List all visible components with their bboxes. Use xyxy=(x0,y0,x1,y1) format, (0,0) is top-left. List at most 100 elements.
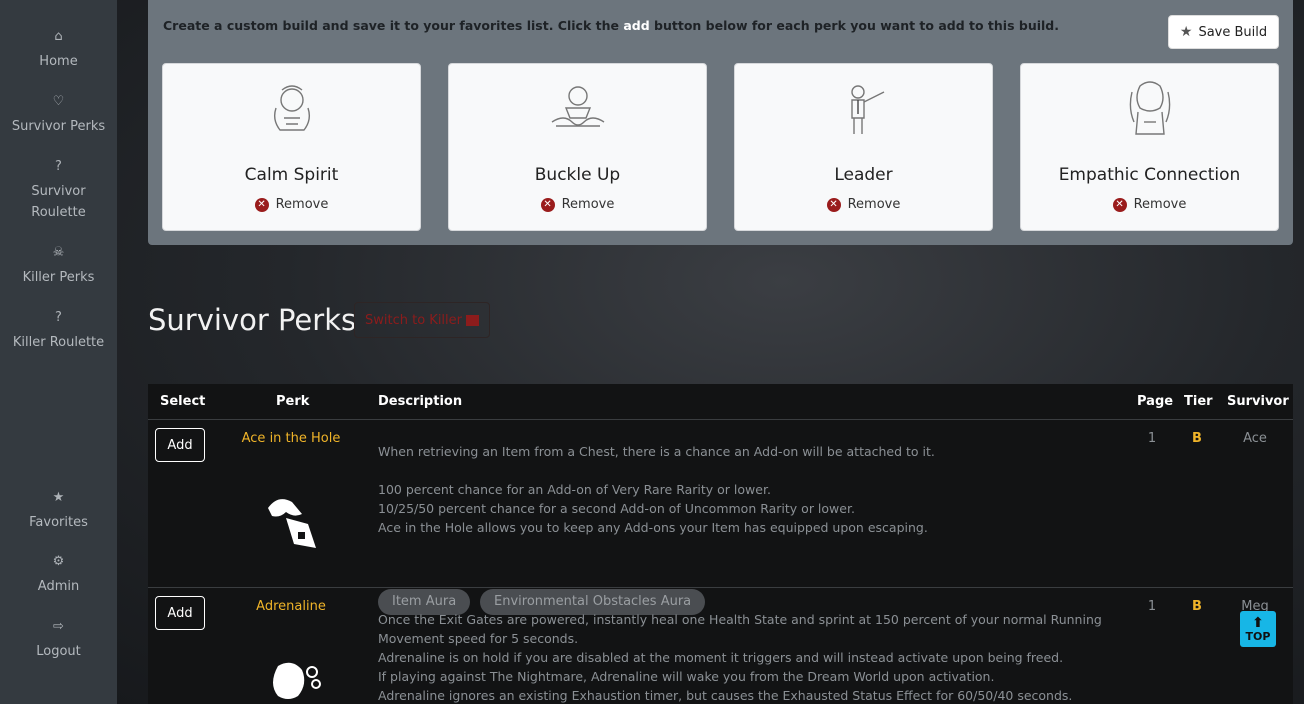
sidebar-item-killer-roulette[interactable]: ? Killer Roulette xyxy=(0,308,117,353)
build-card: Empathic Connection ✕ Remove xyxy=(1020,63,1279,231)
page-title: Survivor Perks xyxy=(148,303,357,337)
remove-perk-button[interactable]: ✕ Remove xyxy=(163,197,420,212)
heart-pulse-icon: ♡ xyxy=(52,94,65,109)
table-row: Add Ace in the Hole When retrieving an I… xyxy=(148,420,1293,615)
description-line: When retrieving an Item from a Chest, th… xyxy=(378,444,935,459)
sidebar-item-survivor-perks[interactable]: ♡ Survivor Perks xyxy=(0,92,117,137)
scroll-top-button[interactable]: ⬆ TOP xyxy=(1240,611,1276,647)
build-card: Buckle Up ✕ Remove xyxy=(448,63,707,231)
sidebar-item-label: Survivor Roulette xyxy=(31,184,86,220)
instruction-add-word: add xyxy=(623,18,650,33)
description-line: If playing against The Nightmare, Adrena… xyxy=(378,669,995,684)
perk-description: When retrieving an Item from a Chest, th… xyxy=(378,442,1128,537)
column-header-survivor: Survivor xyxy=(1227,394,1289,409)
adrenaline-icon xyxy=(273,662,321,699)
remove-perk-button[interactable]: ✕ Remove xyxy=(449,197,706,212)
remove-icon: ✕ xyxy=(540,197,555,212)
remove-label: Remove xyxy=(847,197,901,212)
remove-icon: ✕ xyxy=(826,197,841,212)
perk-page: 1 xyxy=(1147,431,1157,446)
column-header-description: Description xyxy=(378,394,463,409)
build-perk-name: Empathic Connection xyxy=(1058,165,1241,185)
question-icon: ? xyxy=(55,310,62,325)
remove-perk-button[interactable]: ✕ Remove xyxy=(1021,197,1278,212)
save-build-button[interactable]: ★ Save Build xyxy=(1168,15,1279,49)
column-header-page: Page xyxy=(1137,394,1174,409)
skull-icon: ☠ xyxy=(52,245,65,260)
sidebar-item-favorites[interactable]: ★ Favorites xyxy=(0,488,117,533)
sidebar-item-killer-perks[interactable]: ☠ Killer Perks xyxy=(0,243,117,288)
description-line: Adrenaline ignores an existing Exhaustio… xyxy=(378,688,1073,703)
custom-build-panel: Create a custom build and save it to you… xyxy=(148,0,1293,245)
star-icon: ★ xyxy=(1179,24,1193,40)
perk-tier: B xyxy=(1192,431,1202,446)
sidebar-item-home[interactable]: ⌂ Home xyxy=(0,27,117,72)
switch-icon xyxy=(466,314,479,326)
perk-description: Once the Exit Gates are powered, instant… xyxy=(378,610,1128,704)
sidebar-item-label: Admin xyxy=(37,579,80,594)
empathic-connection-icon xyxy=(1129,81,1170,135)
remove-label: Remove xyxy=(275,197,329,212)
table-row: Add Adrenaline Once the Exit Gates are p… xyxy=(148,588,1293,704)
remove-icon: ✕ xyxy=(254,197,269,212)
sidebar-item-label: Killer Perks xyxy=(22,270,95,285)
remove-perk-button[interactable]: ✕ Remove xyxy=(735,197,992,212)
description-line: Movement speed for 5 seconds. xyxy=(378,631,579,646)
build-card: Leader ✕ Remove xyxy=(734,63,993,231)
remove-label: Remove xyxy=(561,197,615,212)
perk-tier: B xyxy=(1192,599,1202,614)
build-perk-name: Leader xyxy=(834,165,893,185)
buckle-up-icon xyxy=(551,86,604,127)
main-content: Create a custom build and save it to you… xyxy=(117,0,1304,704)
column-header-tier: Tier xyxy=(1184,394,1213,409)
add-perk-button[interactable]: Add xyxy=(155,428,205,462)
description-line: 10/25/50 percent chance for a second Add… xyxy=(378,501,855,516)
leader-icon xyxy=(850,85,884,134)
star-icon: ★ xyxy=(52,490,65,505)
add-label: Add xyxy=(167,605,193,621)
home-icon: ⌂ xyxy=(54,29,63,44)
sidebar-item-label: Home xyxy=(39,54,78,69)
sidebar-item-label: Killer Roulette xyxy=(12,335,105,350)
sidebar: ⌂ Home ♡ Survivor Perks ? Survivor Roule… xyxy=(0,0,117,704)
gear-icon: ⚙ xyxy=(52,554,65,569)
calm-spirit-icon xyxy=(273,85,310,131)
ace-in-the-hole-icon xyxy=(268,499,316,548)
table-header: Select Perk Description Page Tier Surviv… xyxy=(148,384,1293,420)
build-perk-name: Buckle Up xyxy=(534,165,621,185)
sidebar-item-survivor-roulette[interactable]: ? Survivor Roulette xyxy=(0,157,117,223)
switch-label: Switch to Killer xyxy=(365,312,462,328)
add-label: Add xyxy=(167,437,193,453)
description-line: Ace in the Hole allows you to keep any A… xyxy=(378,520,928,535)
perk-name: Adrenaline xyxy=(256,599,326,614)
save-build-label: Save Build xyxy=(1198,24,1268,40)
build-perk-name: Calm Spirit xyxy=(244,165,339,185)
sidebar-item-logout[interactable]: ⇨ Logout xyxy=(0,617,117,662)
perk-page: 1 xyxy=(1147,599,1157,614)
sidebar-item-label: Logout xyxy=(36,644,81,659)
description-line: 100 percent chance for an Add-on of Very… xyxy=(378,482,771,497)
sidebar-item-label: Favorites xyxy=(29,515,88,530)
column-header-perk: Perk xyxy=(276,394,310,409)
build-card: Calm Spirit ✕ Remove xyxy=(162,63,421,231)
instruction-text: Create a custom build and save it to you… xyxy=(163,18,624,33)
switch-to-killer-button[interactable]: Switch to Killer xyxy=(354,302,490,338)
column-header-select: Select xyxy=(160,394,206,409)
sidebar-item-admin[interactable]: ⚙ Admin xyxy=(0,552,117,597)
logout-icon: ⇨ xyxy=(53,619,64,634)
top-label: TOP xyxy=(1245,630,1271,643)
remove-icon: ✕ xyxy=(1112,197,1127,212)
remove-label: Remove xyxy=(1133,197,1187,212)
question-icon: ? xyxy=(55,159,62,174)
sidebar-item-label: Survivor Perks xyxy=(11,119,106,134)
perk-name: Ace in the Hole xyxy=(241,431,341,446)
description-line: Once the Exit Gates are powered, instant… xyxy=(378,612,1102,627)
build-instructions: Create a custom build and save it to you… xyxy=(163,18,1059,33)
perks-table: Select Perk Description Page Tier Surviv… xyxy=(148,384,1293,704)
instruction-text: button below for each perk you want to a… xyxy=(649,18,1059,33)
perk-survivor: Ace xyxy=(1243,431,1267,446)
arrow-up-icon: ⬆ xyxy=(1252,615,1264,631)
description-line: Adrenaline is on hold if you are disable… xyxy=(378,650,1064,665)
add-perk-button[interactable]: Add xyxy=(155,596,205,630)
